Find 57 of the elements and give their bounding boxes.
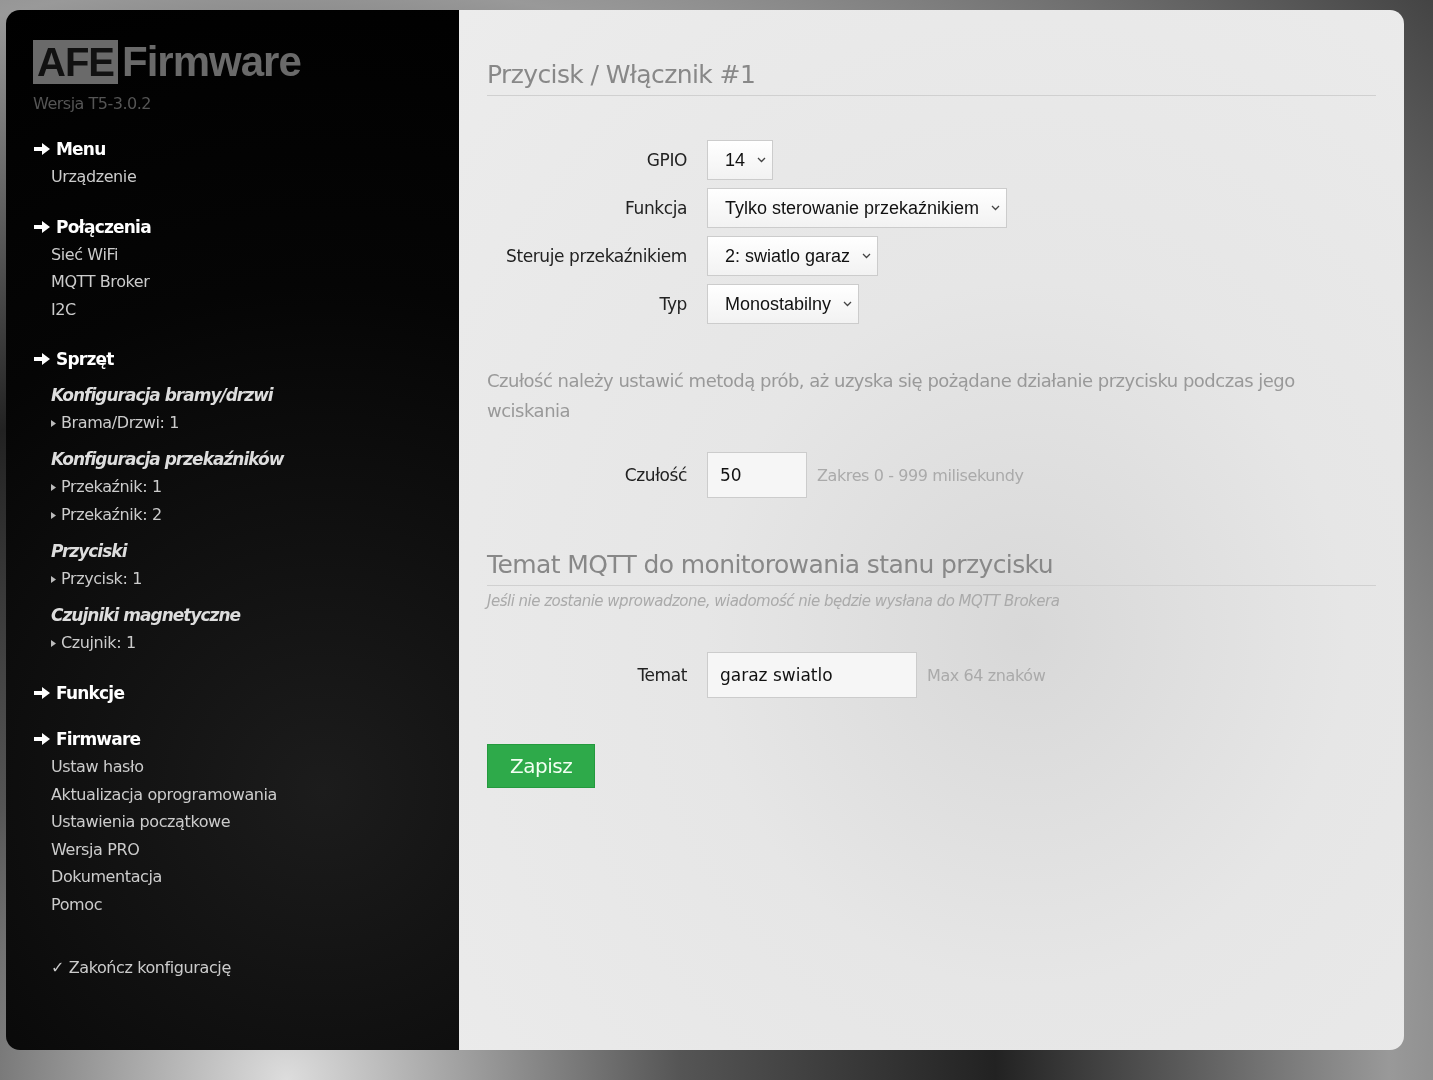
sidebar-heading: Sprzęt — [56, 349, 114, 369]
sidebar-link[interactable]: Ustaw hasło — [51, 753, 459, 781]
field-label: Czułość — [623, 465, 688, 485]
section-title: Temat MQTT do monitorowania stanu przycisku — [487, 550, 1376, 586]
chevron-down-icon — [843, 301, 853, 307]
logo-text: Firmware — [122, 38, 301, 86]
select-field[interactable]: 14 — [707, 140, 774, 180]
sidebar-link[interactable]: Wersja PRO — [51, 835, 459, 863]
field-label: Typ — [658, 294, 688, 314]
finish-configuration-link[interactable]: ✓ Zakończ konfigurację — [51, 958, 231, 977]
sidebar-link[interactable]: Przekaźnik: 1 — [61, 473, 162, 501]
input-field[interactable]: 50 — [707, 452, 807, 498]
sidebar-group-label: Przyciski — [51, 540, 129, 563]
sidebar-heading: Firmware — [56, 729, 141, 749]
triangle-bullet-icon — [51, 483, 56, 491]
sidebar-link[interactable]: Czujnik: 1 — [61, 629, 136, 657]
input-field[interactable]: garaz swiatlo — [707, 652, 917, 698]
triangle-bullet-icon — [51, 639, 56, 647]
chevron-down-icon — [862, 253, 872, 259]
sidebar-link[interactable]: Przekaźnik: 2 — [61, 501, 162, 529]
sidebar-link[interactable]: Brama/Drzwi: 1 — [61, 409, 180, 437]
field-label: GPIO — [645, 150, 688, 170]
sidebar-heading: Funkcje — [56, 683, 125, 703]
arrow-icon — [33, 733, 51, 745]
select-field[interactable]: 2: swiatlo garaz — [707, 236, 879, 276]
sidebar-link[interactable]: Przycisk: 1 — [61, 565, 142, 593]
sidebar-group-label: Konfiguracja przekaźników — [51, 448, 286, 471]
arrow-icon — [33, 687, 51, 699]
sidebar-link[interactable]: I2C — [51, 295, 459, 323]
arrow-icon — [33, 353, 51, 365]
triangle-bullet-icon — [51, 575, 56, 583]
select-field[interactable]: Tylko sterowanie przekaźnikiem — [707, 188, 1008, 228]
sidebar-heading: Menu — [56, 139, 106, 159]
select-field[interactable]: Monostabilny — [707, 284, 860, 324]
arrow-icon — [33, 143, 51, 155]
version-text: Wersja T5-3.0.2 — [33, 94, 152, 113]
sidebar-group-label: Czujniki magnetyczne — [51, 604, 242, 627]
sidebar-heading: Połączenia — [56, 216, 151, 237]
sidebar-link[interactable]: MQTT Broker — [51, 268, 459, 296]
triangle-bullet-icon — [51, 511, 56, 519]
arrow-icon — [33, 220, 51, 233]
field-label: Funkcja — [624, 198, 688, 218]
sidebar-link[interactable]: Ustawienia początkowe — [51, 808, 459, 836]
logo-badge: AFE — [33, 40, 118, 84]
field-label: Steruje przekaźnikiem — [505, 246, 688, 266]
triangle-bullet-icon — [51, 419, 56, 427]
sidebar-link[interactable]: Sieć WiFi — [51, 240, 459, 268]
sidebar-link[interactable]: Pomoc — [51, 890, 459, 918]
chevron-down-icon — [757, 157, 767, 163]
sidebar-link[interactable]: Aktualizacja oprogramowania — [51, 780, 459, 808]
sensitivity-note: Czułość należy ustawić metodą prób, aż uzyska się pożądane działanie przycisku podczas jego wciskania — [487, 369, 1296, 423]
page-title: Przycisk / Włącznik #1 — [487, 60, 1376, 96]
sidebar-group-label: Konfiguracja bramy/drzwi — [51, 384, 275, 407]
chevron-down-icon — [991, 205, 1001, 211]
sidebar-link[interactable]: Dokumentacja — [51, 863, 459, 891]
sidebar-link[interactable]: Urządzenie — [51, 163, 459, 191]
field-label: Temat — [636, 665, 688, 685]
